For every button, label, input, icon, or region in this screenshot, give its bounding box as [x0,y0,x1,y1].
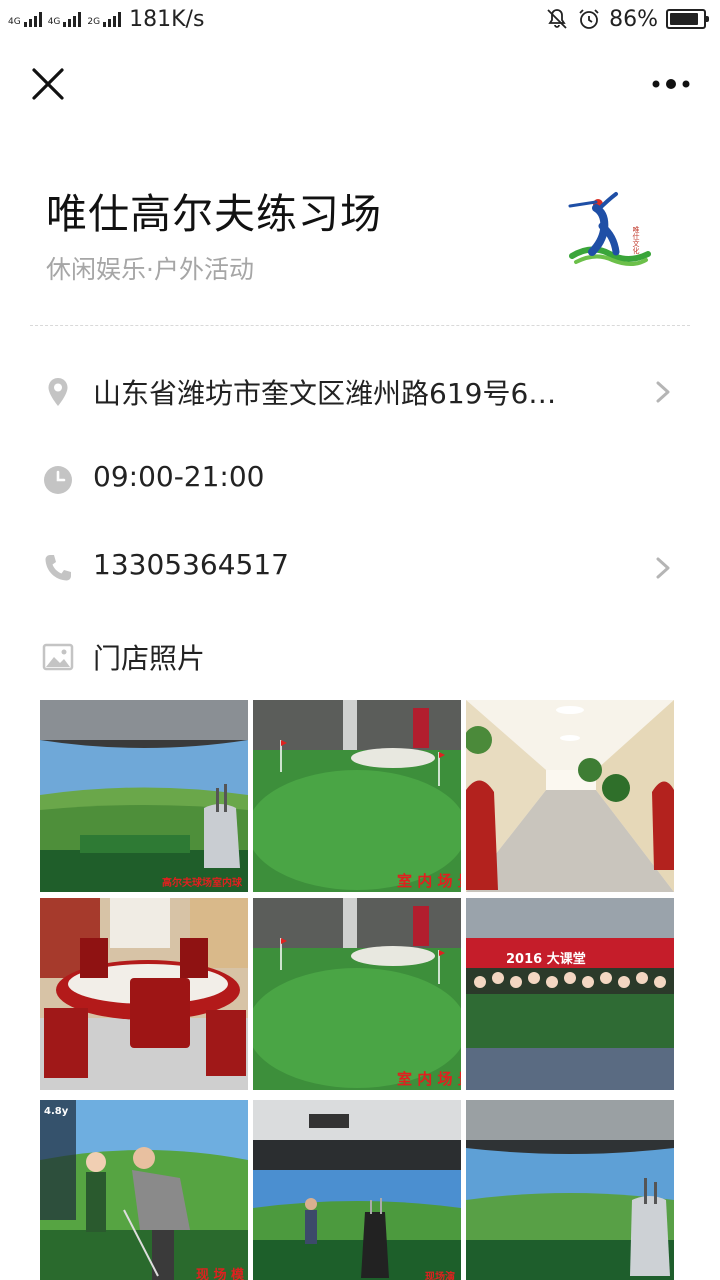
network-type: 4G [8,17,21,27]
scoreboard-text: 4.8y [44,1106,69,1117]
store-photo[interactable] [466,700,674,892]
photo-caption: 现场演 [425,1272,455,1280]
photo-coaching [40,1100,248,1280]
signal-icon: 2G [87,11,122,27]
photo-caption: 室 内 场 景 [397,872,461,890]
store-photo[interactable]: 室 内 场 景 [253,700,461,892]
photo-dining-room [40,898,248,1090]
phone-icon [45,555,71,581]
hours-text: 09:00-21:00 [93,460,265,493]
chevron-right-icon [656,381,670,403]
store-photo[interactable]: 2016 大课堂 [466,898,674,1090]
photo-simulator [466,1100,674,1280]
location-pin-icon [48,378,68,406]
photo-hallway [466,700,674,892]
store-photos-label: 门店照片 [93,642,206,675]
store-photo[interactable] [40,898,248,1090]
battery-percentage: 86% [609,6,658,32]
photo-caption: 2016 大课堂 [506,952,586,967]
more-dots-icon [652,79,690,89]
close-icon [32,68,64,100]
battery-fill [670,13,698,25]
photo-group-class [466,898,674,1090]
network-speed: 181K/s [129,6,205,32]
address-text: 山东省潍坊市奎文区潍州路619号6… [93,377,557,410]
place-logo: 唯仕文化 [562,186,658,274]
phone-text: 13305364517 [93,548,289,581]
photo-caption: 现 场 模 [196,1268,245,1280]
store-photo[interactable]: 现场演 [253,1096,461,1280]
mute-bell-icon [547,9,567,29]
store-photo[interactable]: 4.8y 现 场 模 [40,1096,248,1280]
network-type: 4G [47,17,61,27]
hours-row: 09:00-21:00 [0,450,720,510]
place-category: 休闲娱乐·户外活动 [46,255,254,284]
place-name: 唯仕高尔夫练习场 [46,190,382,238]
status-left: 4G 4G 2G 181K/s [8,6,204,32]
address-row[interactable]: 山东省潍坊市奎文区潍州路619号6… [0,362,720,422]
photo-simulator [40,700,248,892]
signal-icon: 4G [8,11,42,27]
status-right: 86% [545,6,709,32]
chevron-right-icon [656,557,670,579]
signal-icon: 4G [48,11,82,27]
close-button[interactable] [28,64,68,104]
photo-putting-green [253,700,461,892]
clock-icon [44,466,72,494]
store-photo[interactable]: 室 内 场 景 [253,898,461,1090]
photo-caption: 高尔夫球场室内球 [162,878,242,889]
image-icon [42,643,74,671]
logo-lettering: 唯仕文化 [632,225,640,255]
phone-row[interactable]: 13305364517 [0,538,720,598]
alarm-icon [579,9,599,29]
battery-icon [666,9,709,29]
store-photo[interactable]: 高尔夫球场室内球 [40,700,248,892]
photo-swing-demo [253,1100,461,1280]
status-bar: 4G 4G 2G 181K/s 86% [0,0,720,38]
photo-putting-green [253,898,461,1090]
photo-caption: 室 内 场 景 [397,1070,461,1088]
network-type: 2G [87,17,101,27]
golfer-logo-icon: 唯仕文化 [568,192,651,266]
more-options-button[interactable] [648,68,694,100]
header-divider [30,325,690,326]
store-photo[interactable] [466,1096,674,1280]
